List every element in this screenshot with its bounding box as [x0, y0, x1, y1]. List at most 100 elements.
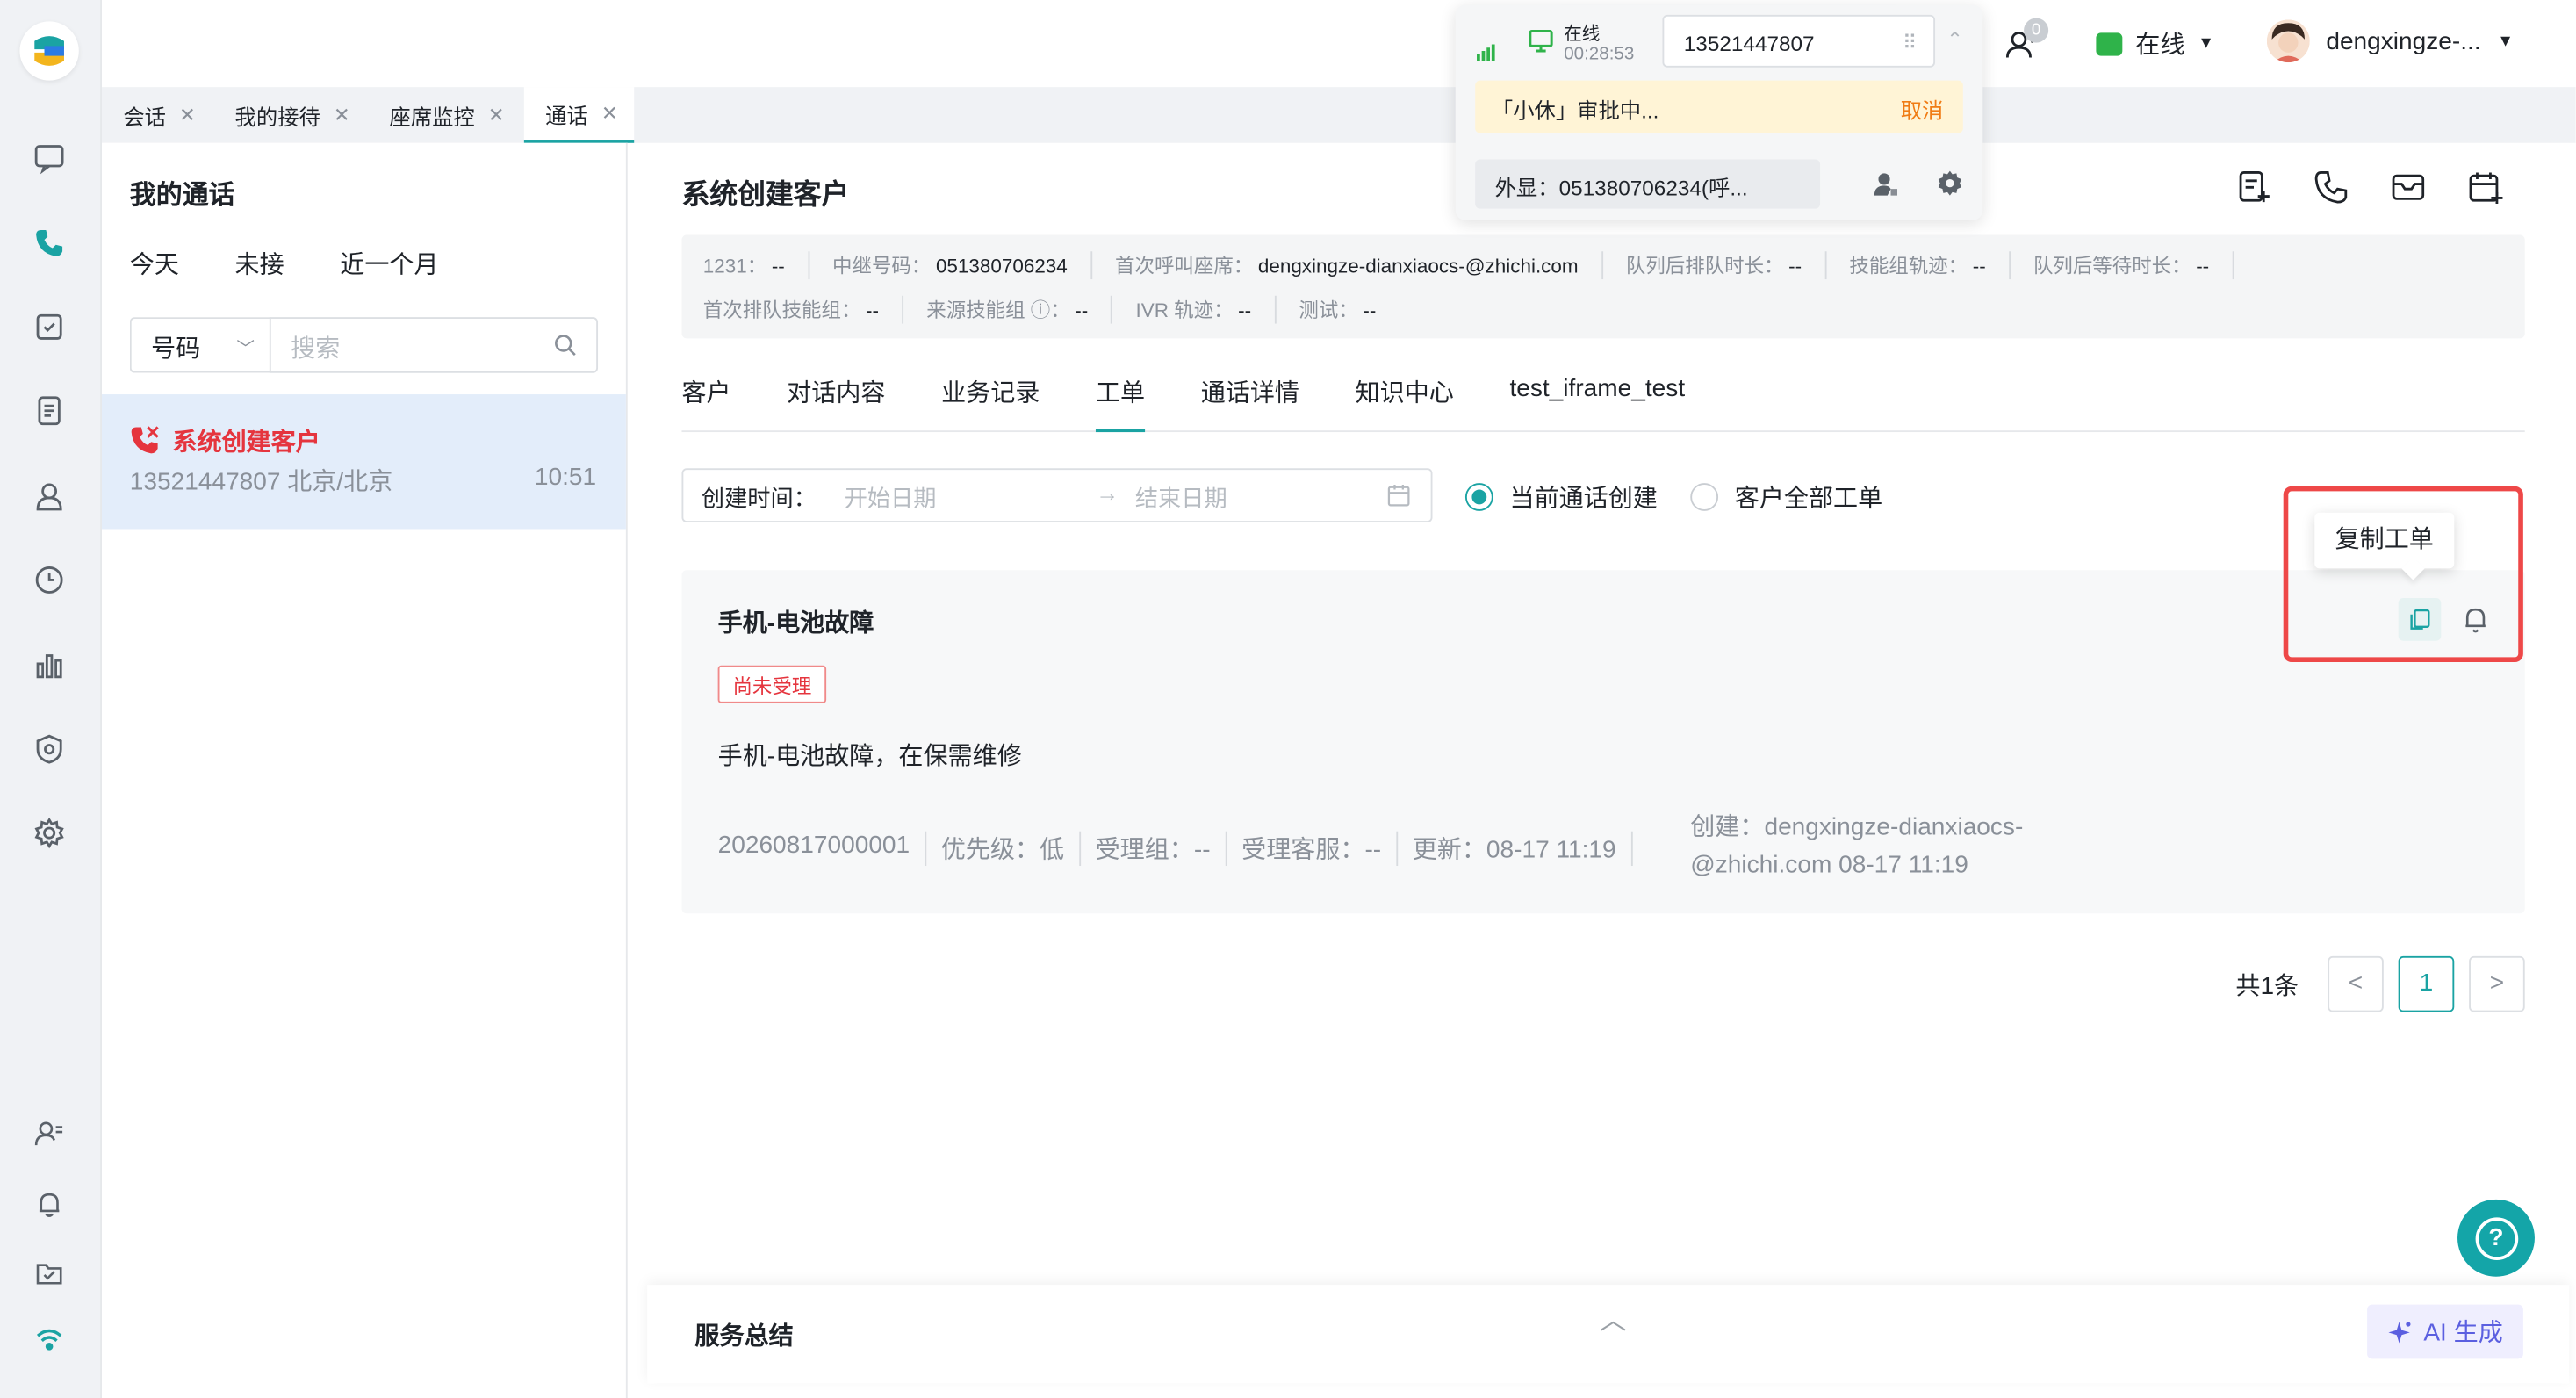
- tab-label: 座席监控: [389, 104, 475, 129]
- avatar: [2266, 19, 2310, 63]
- filter-missed[interactable]: 未接: [235, 247, 284, 281]
- ticket-remind-button[interactable]: [2457, 602, 2493, 638]
- history-clock-icon[interactable]: [30, 560, 69, 600]
- customer-icon[interactable]: [30, 477, 69, 516]
- tab-business-records[interactable]: 业务记录: [941, 375, 1040, 432]
- tab-tickets[interactable]: 工单: [1095, 375, 1146, 433]
- keypad-icon[interactable]: ⠿: [1903, 32, 1917, 54]
- close-icon[interactable]: ✕: [601, 102, 618, 125]
- info-key: 首次排队技能组：: [702, 299, 861, 322]
- app-logo[interactable]: [19, 21, 79, 81]
- list-item-name: 系统创建客户: [172, 429, 320, 458]
- call-widget: 在线 00:28:53 13521447807 ⠿ ⌃ 「小休」审批中... 取…: [1455, 4, 1983, 220]
- tab-knowledge[interactable]: 知识中心: [1356, 375, 1454, 432]
- info-value: --: [771, 255, 785, 278]
- call-info-box: 1231： -- 中继号码： 051380706234 首次呼叫座席： dengxin…: [681, 234, 2525, 339]
- outbound-display-select[interactable]: 外显：051380706234(呼...: [1475, 159, 1821, 209]
- agent-profile-icon[interactable]: [30, 1114, 69, 1154]
- info-value: 051380706234: [935, 255, 1068, 278]
- user-menu[interactable]: dengxingze-... ▼: [2266, 19, 2514, 63]
- copy-ticket-button[interactable]: [2398, 598, 2442, 641]
- list-item[interactable]: 系统创建客户 13521447807 北京/北京 10:51: [102, 394, 626, 530]
- tab-iframe-test[interactable]: test_iframe_test: [1509, 375, 1685, 432]
- sparkle-icon: [2389, 1321, 2412, 1343]
- search-field-select[interactable]: 号码 ﹀: [129, 317, 271, 373]
- prev-page-button[interactable]: <: [2328, 955, 2384, 1012]
- chevron-up-icon[interactable]: ⌃: [1946, 28, 1963, 51]
- create-ticket-icon[interactable]: [2235, 169, 2271, 205]
- service-summary-bar: 服务总结 ︿ AI 生成: [647, 1285, 2570, 1384]
- info-field: 首次排队技能组： --: [702, 295, 904, 324]
- end-date-input[interactable]: 结束日期: [1135, 481, 1227, 514]
- call-phone-icon[interactable]: [2313, 169, 2349, 205]
- info-field: 队列后等待时长： --: [2033, 251, 2234, 280]
- quality-shield-icon[interactable]: [30, 730, 69, 769]
- date-range-label: 创建时间：: [701, 484, 817, 511]
- tab-my-reception[interactable]: 我的接待 ✕: [213, 87, 366, 143]
- list-item-phone: 13521447807 北京/北京: [129, 468, 393, 497]
- inbox-check-icon[interactable]: [30, 1254, 69, 1294]
- tab-call-details[interactable]: 通话详情: [1201, 375, 1299, 432]
- chevron-down-icon: ▼: [2497, 32, 2514, 51]
- email-icon[interactable]: [2390, 169, 2426, 205]
- tab-calls[interactable]: 通话 ✕: [523, 87, 635, 143]
- radio-current-call[interactable]: 当前通话创建: [1464, 479, 1658, 514]
- phone-icon[interactable]: [30, 223, 69, 263]
- notification-bell-icon[interactable]: [30, 1185, 69, 1224]
- tab-conversation[interactable]: 对话内容: [787, 375, 885, 432]
- tab-seat-monitor[interactable]: 座席监控 ✕: [368, 87, 521, 143]
- call-status: 在线: [1564, 25, 1601, 45]
- username: dengxingze-...: [2326, 26, 2481, 55]
- calendar-add-icon[interactable]: [2467, 169, 2503, 205]
- ticket-id: 20260817000001: [718, 831, 926, 867]
- radio-all-tickets[interactable]: 客户全部工单: [1690, 479, 1882, 514]
- info-value: --: [1788, 255, 1802, 278]
- ai-generate-button[interactable]: AI 生成: [2367, 1304, 2523, 1359]
- call-duration: 00:28:53: [1564, 44, 1635, 64]
- close-icon[interactable]: ✕: [179, 104, 196, 126]
- online-status-dropdown[interactable]: 在线 ▼: [2096, 26, 2214, 61]
- tab-label: 通话: [545, 102, 588, 128]
- info-field: 队列后排队时长： --: [1626, 251, 1827, 280]
- next-page-button[interactable]: >: [2469, 955, 2525, 1012]
- ticket-description: 手机-电池故障，在保需维修: [717, 742, 1022, 771]
- info-field: 技能组轨迹： --: [1849, 251, 2011, 280]
- missed-call-icon: [131, 426, 159, 454]
- info-value: --: [2196, 255, 2210, 278]
- page-title: 系统创建客户: [681, 178, 850, 211]
- cancel-break-button[interactable]: 取消: [1901, 94, 1944, 126]
- help-button[interactable]: ?: [2457, 1199, 2535, 1277]
- tab-customer[interactable]: 客户: [681, 375, 730, 432]
- search-icon[interactable]: [554, 334, 577, 357]
- info-key: 来源技能组 ⓘ：: [926, 299, 1070, 322]
- info-row: 首次排队技能组： -- 来源技能组 ⓘ： -- IVR 轨迹： -- 测试： --: [702, 295, 1422, 324]
- info-field: 来源技能组 ⓘ： --: [926, 295, 1113, 324]
- filter-last-month[interactable]: 近一个月: [340, 247, 438, 281]
- filter-today[interactable]: 今天: [130, 247, 179, 281]
- transfer-agent-icon[interactable]: [1871, 169, 1901, 199]
- info-field: 首次呼叫座席： dengxingze-dianxiaocs-@zhichi.com: [1115, 251, 1603, 280]
- radio-dot: [1464, 483, 1493, 511]
- statistics-icon[interactable]: [30, 645, 69, 685]
- search-input[interactable]: 搜索: [269, 317, 599, 373]
- start-date-input[interactable]: 开始日期: [845, 481, 937, 514]
- page-number[interactable]: 1: [2398, 955, 2455, 1012]
- call-settings-gear-icon[interactable]: [1935, 169, 1965, 199]
- online-chat-icon: [2096, 32, 2123, 55]
- ticket-group: 受理组：--: [1096, 831, 1227, 867]
- tab-session[interactable]: 会话 ✕: [102, 87, 212, 143]
- document-icon[interactable]: [30, 391, 69, 430]
- date-range-picker[interactable]: 创建时间： 开始日期 → 结束日期: [681, 468, 1433, 522]
- info-key: 测试：: [1299, 299, 1358, 322]
- close-icon[interactable]: ✕: [488, 104, 505, 126]
- chat-icon[interactable]: [30, 138, 69, 177]
- pagination-total: 共1条: [2235, 972, 2299, 1001]
- ticket-card[interactable]: 手机-电池故障 尚未受理 手机-电池故障，在保需维修 2026081700000…: [681, 570, 2525, 914]
- close-icon[interactable]: ✕: [334, 104, 350, 126]
- settings-gear-icon[interactable]: [30, 813, 69, 853]
- dial-number-input[interactable]: 13521447807 ⠿: [1662, 14, 1936, 68]
- task-check-icon[interactable]: [30, 307, 69, 347]
- info-value: --: [1363, 299, 1377, 322]
- chevron-up-icon[interactable]: ︿: [1600, 1298, 1626, 1337]
- status-badge: 尚未受理: [717, 665, 827, 703]
